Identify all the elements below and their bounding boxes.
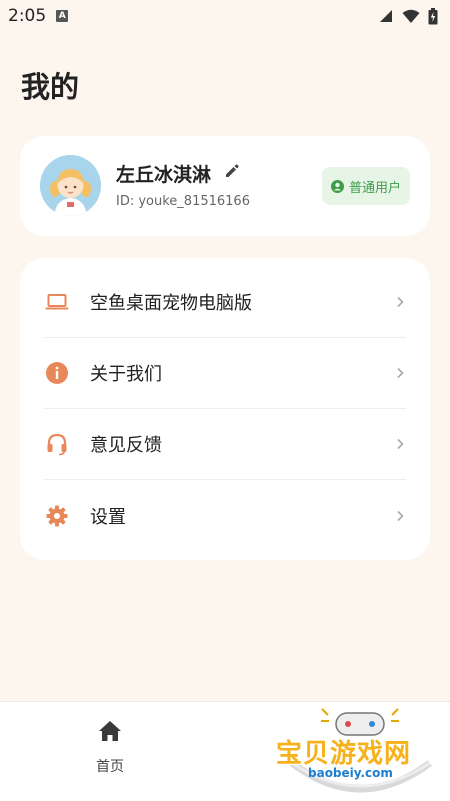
- pencil-icon[interactable]: [223, 162, 241, 180]
- menu-item-feedback[interactable]: 意见反馈: [44, 409, 406, 480]
- watermark-logo: 宝贝游戏网 baobeiy.com: [270, 705, 450, 800]
- menu-card: 空鱼桌面宠物电脑版 关于我们 意见反馈 设置: [20, 258, 430, 560]
- wifi-icon: [402, 9, 420, 23]
- status-bar: 2:05 A: [0, 0, 450, 32]
- profile-name: 左丘冰淇淋: [116, 164, 212, 186]
- page-title: 我的: [21, 70, 80, 104]
- user-type-label: 普通用户: [348, 180, 401, 196]
- gear-icon: [44, 503, 70, 529]
- status-time: 2:05: [8, 6, 47, 26]
- menu-item-settings[interactable]: 设置: [44, 480, 406, 551]
- home-icon: [99, 721, 121, 741]
- menu-item-label: 空鱼桌面宠物电脑版: [90, 293, 252, 314]
- nav-home-label: 首页: [96, 759, 124, 775]
- user-type-badge: 普通用户: [322, 167, 410, 205]
- profile-id: ID: youke_81516166: [116, 194, 250, 209]
- signal-icon: [380, 10, 392, 22]
- status-left: 2:05 A: [8, 6, 69, 26]
- info-icon: [44, 360, 70, 386]
- notification-app-icon: A: [56, 10, 69, 22]
- watermark-url: baobeiy.com: [308, 766, 393, 780]
- profile-card[interactable]: 左丘冰淇淋 ID: youke_81516166 普通用户: [20, 136, 430, 236]
- user-icon: [330, 179, 344, 193]
- menu-item-about-us[interactable]: 关于我们: [44, 338, 406, 409]
- menu-item-label: 意见反馈: [90, 435, 162, 456]
- laptop-icon: [44, 289, 70, 315]
- battery-icon: [428, 7, 438, 24]
- chevron-right-icon: [397, 296, 404, 308]
- status-right: [378, 7, 438, 25]
- headset-icon: [44, 431, 70, 457]
- chevron-right-icon: [397, 438, 404, 450]
- menu-item-label: 关于我们: [90, 364, 162, 385]
- nav-item-home[interactable]: 首页: [70, 720, 150, 790]
- watermark-title: 宝贝游戏网: [276, 739, 412, 769]
- avatar-girl-icon[interactable]: [40, 155, 101, 216]
- chevron-right-icon: [397, 367, 404, 379]
- menu-item-pc-version[interactable]: 空鱼桌面宠物电脑版: [44, 267, 406, 338]
- chevron-right-icon: [397, 510, 404, 521]
- menu-item-label: 设置: [90, 506, 126, 528]
